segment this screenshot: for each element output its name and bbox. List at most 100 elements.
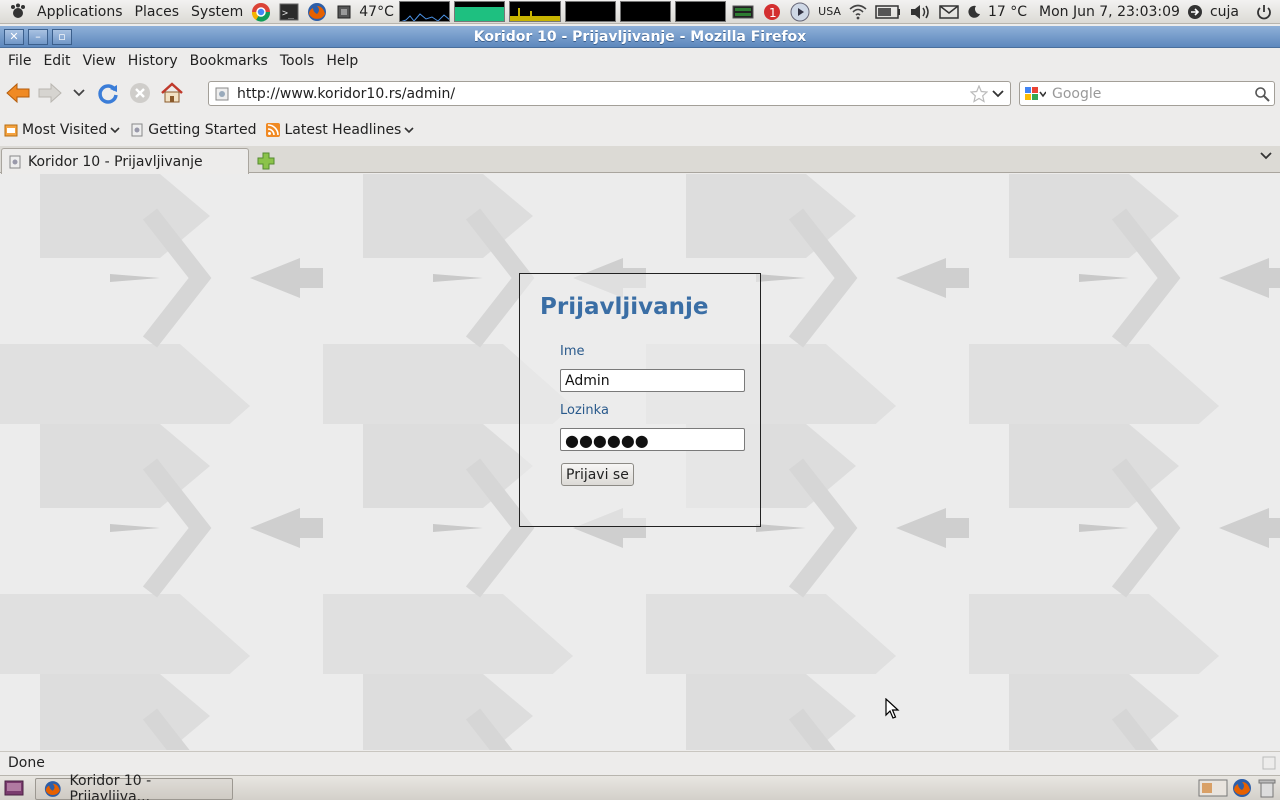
battery-icon[interactable]	[875, 4, 901, 19]
maximize-window-button[interactable]: ▫	[52, 28, 72, 45]
back-arrow-icon	[6, 82, 30, 104]
firefox-launcher-icon[interactable]	[302, 0, 332, 24]
top-panel: Applications Places System >_ 47°C 1 USA	[0, 0, 1280, 24]
chevron-down-icon	[404, 126, 414, 133]
system-monitor-load[interactable]	[619, 1, 671, 22]
system-monitor-disk[interactable]	[674, 1, 727, 22]
rss-feed-icon	[266, 123, 281, 137]
new-tab-plus-icon[interactable]	[256, 151, 276, 171]
url-text[interactable]: http://www.koridor10.rs/admin/	[237, 86, 970, 102]
power-icon[interactable]	[1256, 4, 1272, 20]
reload-button[interactable]	[92, 77, 124, 109]
forward-button[interactable]	[34, 77, 66, 109]
menu-edit[interactable]: Edit	[37, 53, 76, 69]
stop-icon	[130, 83, 150, 103]
login-heading: Prijavljivanje	[540, 294, 709, 320]
url-dropdown-chevron-icon[interactable]	[992, 89, 1004, 98]
menu-view[interactable]: View	[77, 53, 122, 69]
wifi-icon[interactable]	[849, 4, 867, 20]
close-window-button[interactable]: ✕	[4, 28, 24, 45]
menu-tools[interactable]: Tools	[274, 53, 321, 69]
clock[interactable]: Mon Jun 7, 23:03:09	[1036, 0, 1183, 24]
site-identity-icon[interactable]	[215, 87, 229, 101]
system-monitor-memory[interactable]	[454, 1, 506, 22]
system-monitor-cpu[interactable]	[398, 1, 451, 22]
page-content: Prijavljivanje Ime Lozinka ●●●●●● Prijav…	[0, 174, 1280, 750]
show-desktop-icon[interactable]	[4, 779, 24, 797]
workspace-switcher-icon[interactable]	[1198, 778, 1228, 798]
minimize-window-button[interactable]: –	[28, 28, 48, 45]
battery-applet-icon[interactable]	[732, 3, 754, 21]
keyboard-layout-indicator[interactable]: USA	[818, 5, 841, 18]
url-bar[interactable]: http://www.koridor10.rs/admin/	[208, 81, 1011, 106]
user-name[interactable]: cuja	[1207, 0, 1242, 24]
menu-history[interactable]: History	[122, 53, 184, 69]
reload-icon	[98, 84, 118, 104]
bookmark-star-icon[interactable]	[970, 84, 988, 103]
chrome-launcher-icon[interactable]	[246, 0, 276, 24]
terminal-launcher-icon[interactable]: >_	[276, 0, 302, 24]
status-text: Done	[8, 754, 45, 771]
update-notifier-icon[interactable]: 1	[762, 2, 782, 22]
system-monitor-network[interactable]	[509, 1, 561, 22]
password-mask: ●●●●●●	[565, 431, 649, 450]
taskbar-item-label: Koridor 10 - Prijavljiva...	[69, 773, 152, 800]
bottom-panel: Koridor 10 - Prijavljiva...	[0, 773, 1280, 800]
weather-moon-icon[interactable]	[967, 5, 981, 19]
trash-icon[interactable]	[1258, 778, 1276, 798]
window-titlebar[interactable]: ✕ – ▫ Koridor 10 - Prijavljivanje - Mozi…	[0, 26, 1280, 48]
system-monitor-swap[interactable]	[564, 1, 616, 22]
system-menu[interactable]: System	[188, 0, 246, 24]
bookmark-most-visited[interactable]: Most Visited	[4, 122, 120, 138]
stop-button[interactable]	[124, 77, 156, 109]
bookmark-label: Getting Started	[148, 122, 257, 138]
bookmark-label: Most Visited	[22, 122, 108, 138]
search-input[interactable]: Google	[1052, 86, 1254, 102]
home-button[interactable]	[156, 77, 188, 109]
navigation-toolbar: http://www.koridor10.rs/admin/ Google	[0, 74, 1280, 112]
tab-list-chevron-icon[interactable]	[1260, 152, 1272, 160]
login-submit-button[interactable]: Prijavi se	[561, 463, 634, 486]
places-menu[interactable]: Places	[132, 0, 183, 24]
home-icon	[161, 82, 183, 103]
menu-file[interactable]: File	[2, 53, 37, 69]
volume-icon[interactable]	[909, 3, 931, 21]
taskbar-firefox-window[interactable]: Koridor 10 - Prijavljiva...	[35, 773, 233, 800]
weather-temperature[interactable]: 17 °C	[985, 0, 1030, 24]
firefox-workspace-icon[interactable]	[1232, 778, 1252, 798]
tab-bar: Koridor 10 - Prijavljivanje	[0, 146, 1280, 174]
username-label: Ime	[560, 344, 585, 359]
username-field[interactable]	[560, 369, 745, 392]
page-favicon-icon	[9, 155, 21, 168]
menu-help[interactable]: Help	[320, 53, 364, 69]
cpu-chip-icon	[332, 0, 356, 24]
bookmark-label: Latest Headlines	[284, 122, 402, 138]
bookmark-getting-started[interactable]: Getting Started	[130, 122, 256, 138]
search-bar[interactable]: Google	[1019, 81, 1275, 106]
user-status-icon[interactable]	[1187, 4, 1203, 20]
window-title: Koridor 10 - Prijavljivanje - Mozilla Fi…	[473, 28, 807, 45]
history-dropdown-button[interactable]	[66, 77, 92, 109]
resize-grip-icon[interactable]	[1262, 756, 1276, 770]
password-label: Lozinka	[560, 403, 609, 418]
media-play-icon[interactable]	[790, 2, 810, 22]
tab-label: Koridor 10 - Prijavljivanje	[28, 153, 203, 170]
search-icon[interactable]	[1254, 86, 1270, 102]
tab-koridor-prijavljivanje[interactable]: Koridor 10 - Prijavljivanje	[1, 148, 249, 174]
mouse-cursor-icon	[885, 698, 900, 719]
chevron-down-icon	[73, 89, 85, 97]
forward-arrow-icon	[38, 82, 62, 104]
folder-icon	[4, 124, 18, 137]
gnome-foot-icon[interactable]	[0, 0, 34, 24]
google-engine-icon[interactable]	[1024, 86, 1046, 102]
applications-menu[interactable]: Applications	[34, 0, 126, 24]
svg-text:1: 1	[769, 6, 777, 20]
back-button[interactable]	[2, 77, 34, 109]
bookmark-latest-headlines[interactable]: Latest Headlines	[266, 122, 414, 138]
firefox-icon	[44, 781, 61, 797]
page-icon	[131, 123, 143, 137]
mail-icon[interactable]	[939, 4, 959, 19]
password-field[interactable]: ●●●●●●	[560, 428, 745, 451]
login-panel: Prijavljivanje Ime Lozinka ●●●●●● Prijav…	[519, 273, 761, 527]
menu-bookmarks[interactable]: Bookmarks	[184, 53, 274, 69]
